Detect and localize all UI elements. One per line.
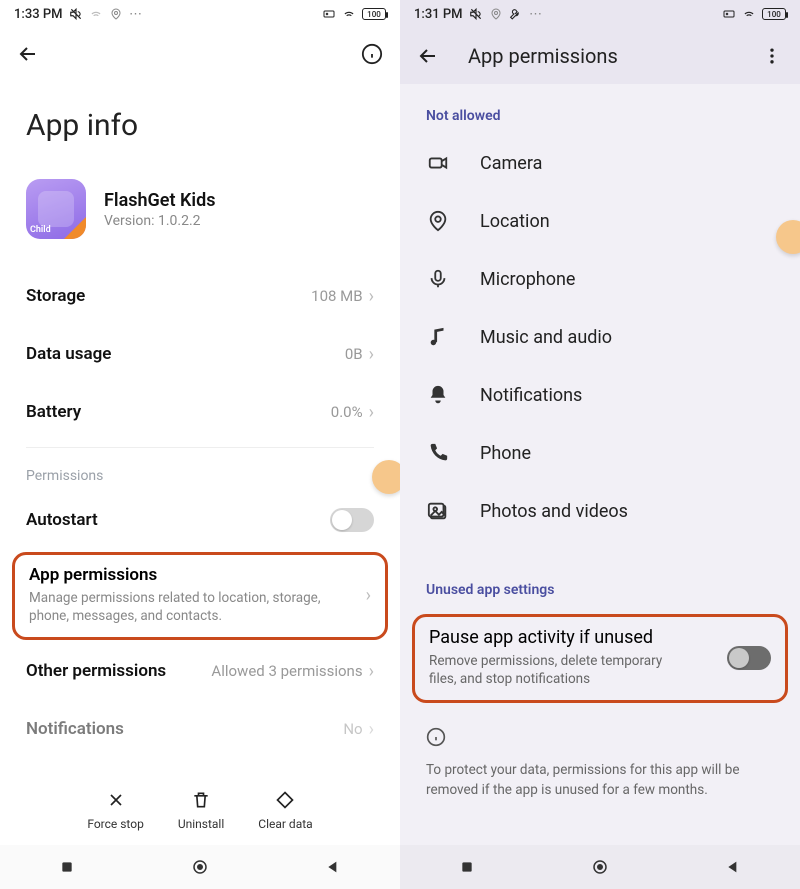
chevron-right-icon: › <box>369 719 374 740</box>
back-icon[interactable] <box>414 42 442 70</box>
perm-microphone[interactable]: Microphone <box>400 250 800 308</box>
chevron-right-icon: › <box>369 286 374 307</box>
clear-data-button[interactable]: Clear data <box>258 787 312 831</box>
location-icon <box>426 210 450 232</box>
row-notifications[interactable]: Notifications No› <box>0 700 400 758</box>
nav-back-icon[interactable] <box>323 857 343 877</box>
more-status-icon: ⋯ <box>529 7 543 21</box>
pause-toggle[interactable] <box>727 646 771 670</box>
microphone-icon <box>426 268 450 290</box>
perm-notifications[interactable]: Notifications <box>400 366 800 424</box>
status-time: 1:31 PM <box>414 7 463 22</box>
mute-icon <box>69 7 83 21</box>
chevron-right-icon: › <box>369 402 374 423</box>
nav-home-icon[interactable] <box>590 857 610 877</box>
app-header: App permissions <box>400 28 800 84</box>
info-icon <box>400 709 800 747</box>
right-phone-app-permissions: 1:31 PM ⋯ 100 App permissions <box>400 0 800 889</box>
photos-icon <box>426 500 450 522</box>
page-title: App info <box>0 80 400 179</box>
wrench-icon <box>509 7 523 21</box>
location-small-icon <box>109 7 123 21</box>
music-icon <box>426 326 450 348</box>
mute-icon <box>469 7 483 21</box>
battery-icon: 100 <box>362 8 386 20</box>
uninstall-button[interactable]: Uninstall <box>178 787 224 831</box>
close-icon <box>103 787 129 813</box>
perm-location[interactable]: Location <box>400 192 800 250</box>
bottom-actions: Force stop Uninstall Clear data <box>0 773 400 845</box>
chevron-right-icon: › <box>369 661 374 682</box>
back-icon[interactable] <box>14 40 42 68</box>
bell-icon <box>426 384 450 406</box>
row-other-permissions[interactable]: Other permissions Allowed 3 permissions› <box>0 642 400 700</box>
chevron-right-icon: › <box>369 344 374 365</box>
trash-icon <box>188 787 214 813</box>
location-small-icon <box>489 7 503 21</box>
app-header <box>0 28 400 80</box>
force-stop-button[interactable]: Force stop <box>87 787 144 831</box>
row-autostart[interactable]: Autostart <box>0 490 400 550</box>
nav-back-icon[interactable] <box>723 857 743 877</box>
perm-music[interactable]: Music and audio <box>400 308 800 366</box>
divider <box>26 447 374 448</box>
wifi-icon <box>342 7 356 21</box>
row-storage[interactable]: Storage 108 MB› <box>0 267 400 325</box>
row-battery[interactable]: Battery 0.0%› <box>0 383 400 441</box>
system-nav <box>0 845 400 889</box>
perm-photos[interactable]: Photos and videos <box>400 482 800 540</box>
status-time: 1:33 PM <box>14 7 63 22</box>
more-status-icon: ⋯ <box>129 7 143 21</box>
row-data-usage[interactable]: Data usage 0B› <box>0 325 400 383</box>
autostart-toggle[interactable] <box>330 508 374 532</box>
status-bar: 1:31 PM ⋯ 100 <box>400 0 800 28</box>
nav-recents-icon[interactable] <box>457 857 477 877</box>
nav-home-icon[interactable] <box>190 857 210 877</box>
status-bar: 1:33 PM ⋯ 100 <box>0 0 400 28</box>
footnote-text: To protect your data, permissions for th… <box>400 747 800 800</box>
app-summary: Child FlashGet Kids Version: 1.0.2.2 <box>0 179 400 267</box>
battery-icon: 100 <box>762 8 786 20</box>
keyboard-ind-icon <box>322 7 336 21</box>
perm-camera[interactable]: Camera <box>400 134 800 192</box>
left-phone-app-info: 1:33 PM ⋯ 100 <box>0 0 400 889</box>
eraser-icon <box>272 787 298 813</box>
app-icon: Child <box>26 179 86 239</box>
perm-phone[interactable]: Phone <box>400 424 800 482</box>
row-pause-app-highlight[interactable]: Pause app activity if unused Remove perm… <box>412 614 788 703</box>
row-app-permissions-highlight[interactable]: App permissions Manage permissions relat… <box>12 552 388 640</box>
app-name: FlashGet Kids <box>104 190 216 211</box>
camera-icon <box>426 152 450 174</box>
info-list: Storage 108 MB› Data usage 0B› Battery 0… <box>0 267 400 758</box>
system-nav <box>400 845 800 889</box>
info-icon[interactable] <box>358 40 386 68</box>
nav-recents-icon[interactable] <box>57 857 77 877</box>
app-version: Version: 1.0.2.2 <box>104 213 216 229</box>
section-unused: Unused app settings <box>400 558 800 608</box>
section-permissions: Permissions <box>0 454 400 490</box>
keyboard-ind-icon <box>722 7 736 21</box>
section-not-allowed: Not allowed <box>400 84 800 134</box>
chevron-right-icon: › <box>366 585 371 606</box>
page-title: App permissions <box>468 44 618 68</box>
overflow-icon[interactable] <box>758 42 786 70</box>
phone-icon <box>426 442 450 464</box>
wifi-dim-icon <box>89 7 103 21</box>
wifi-icon <box>742 7 756 21</box>
